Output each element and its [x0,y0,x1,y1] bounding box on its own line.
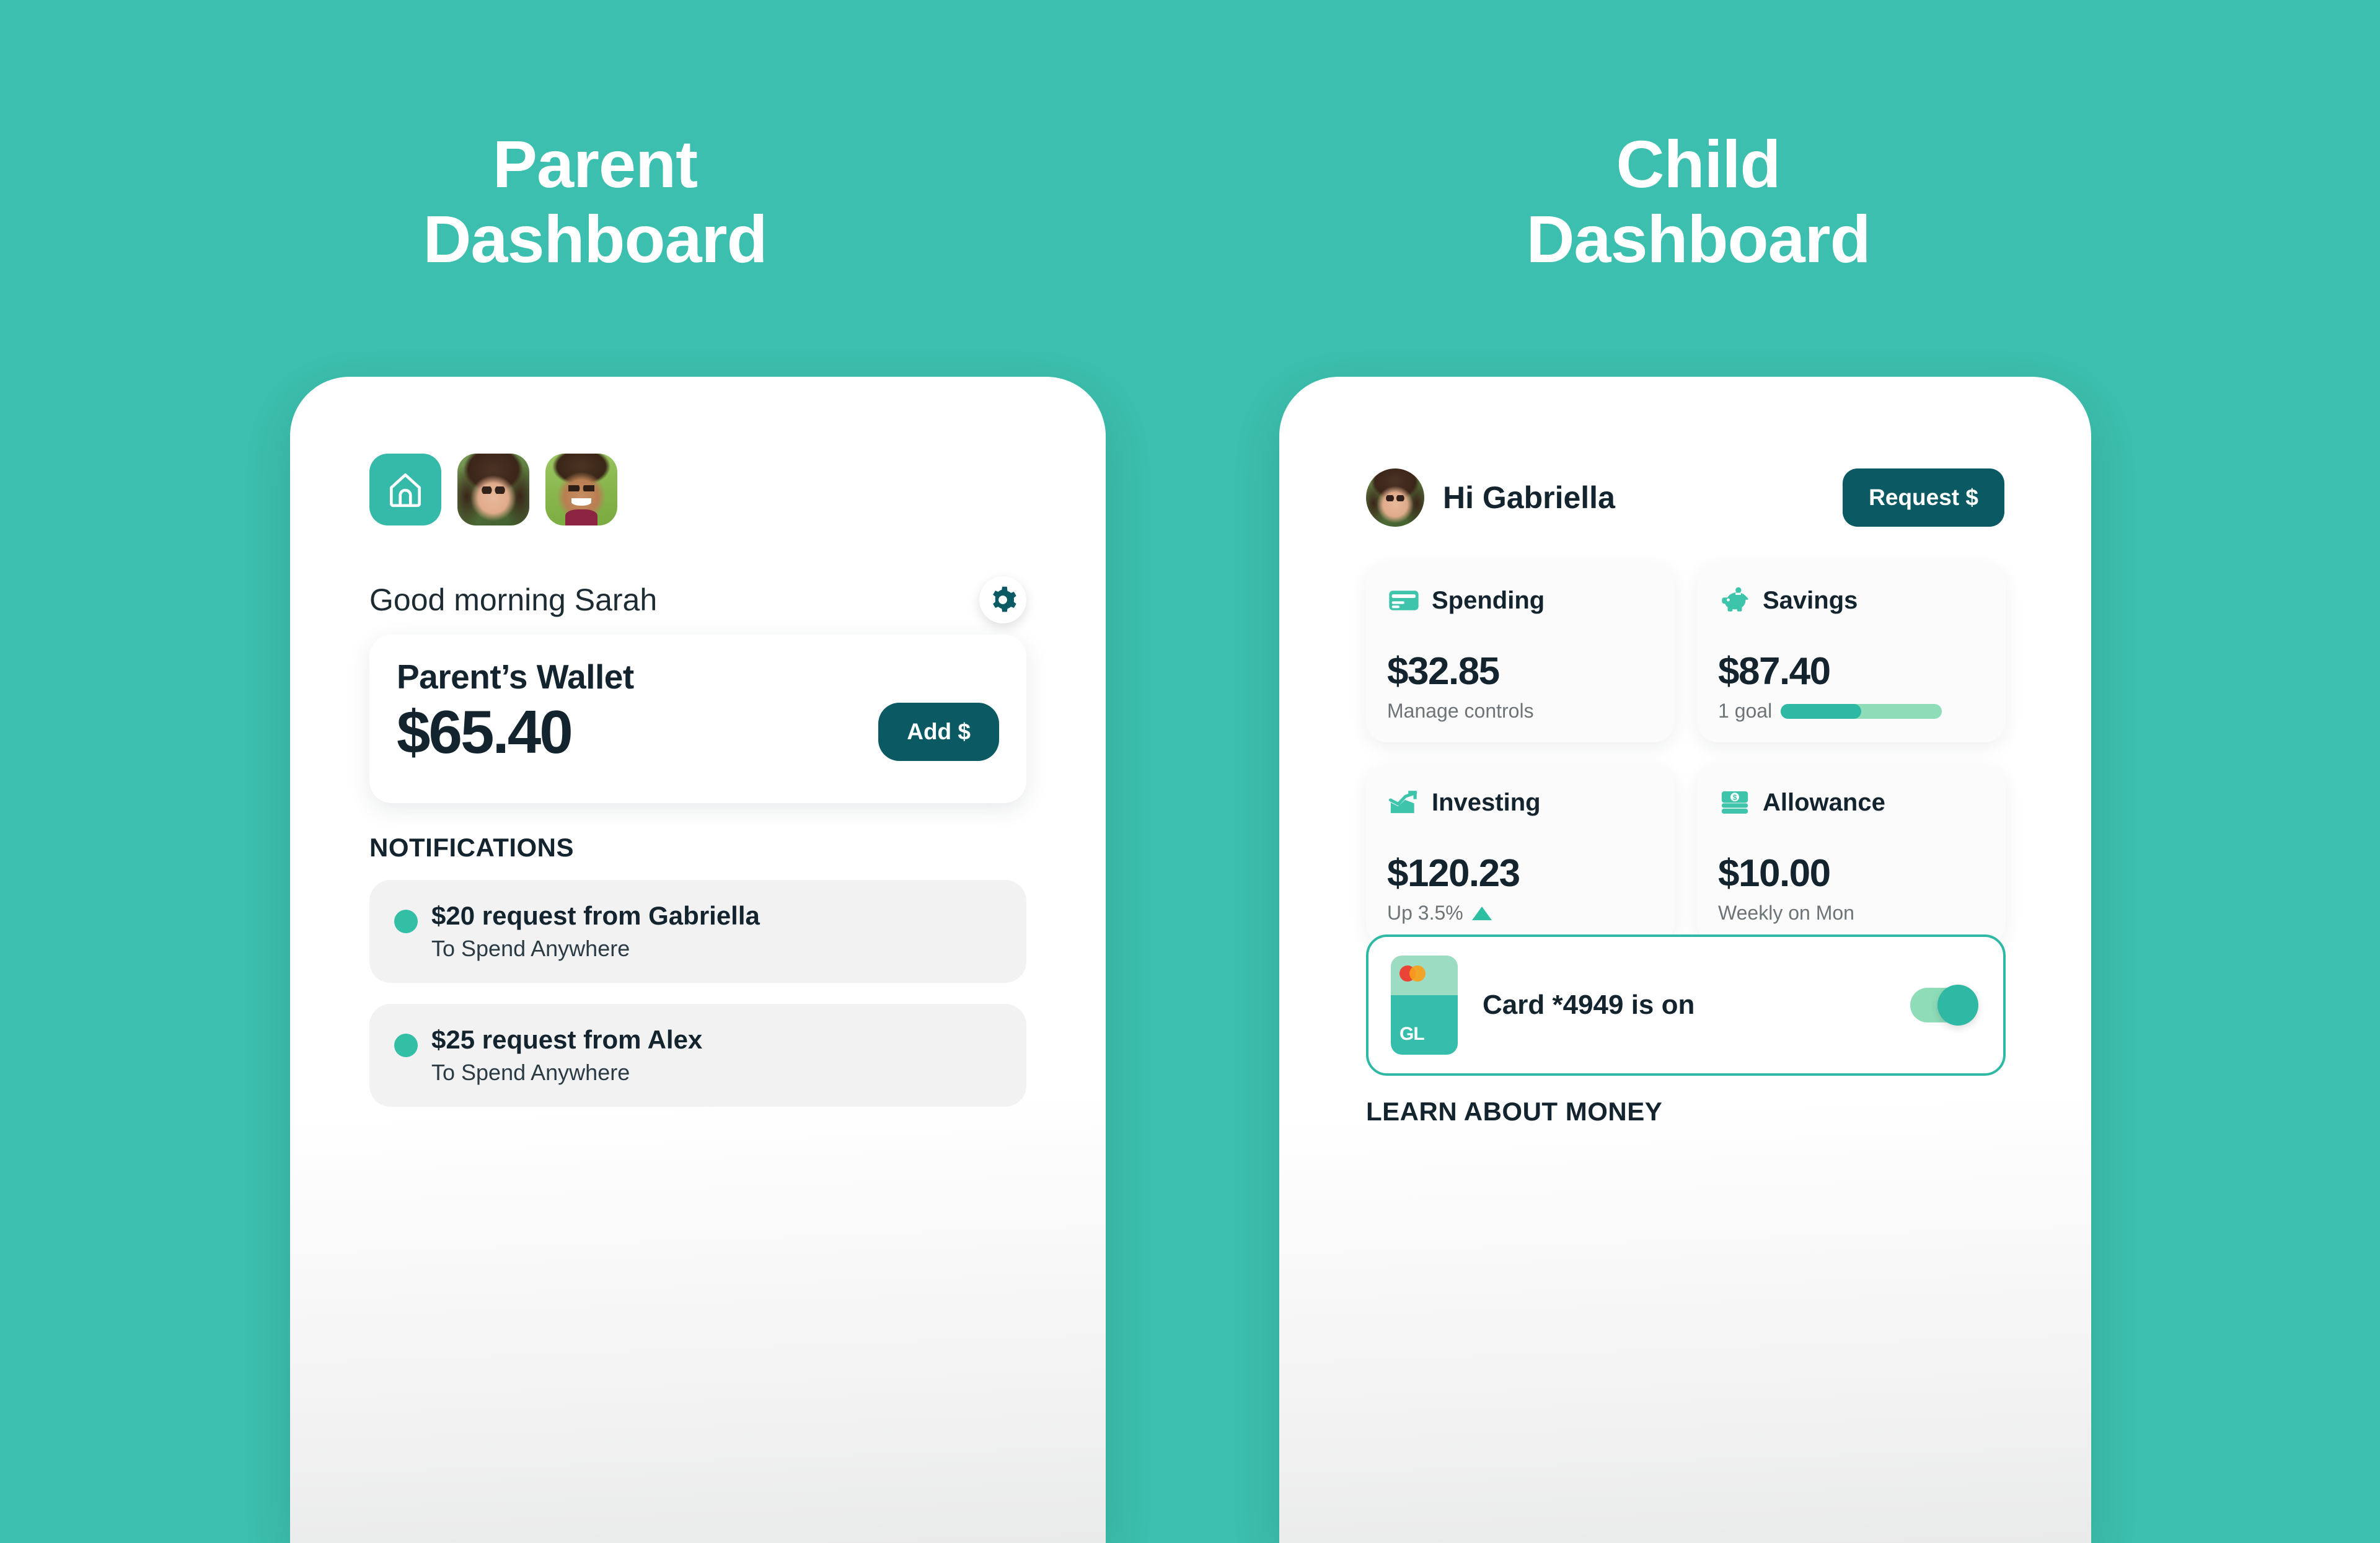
request-money-button[interactable]: Request $ [1843,468,2004,527]
parent-wallet-card[interactable]: Parent’s Wallet $65.40 Add $ [369,635,1026,803]
home-icon [389,473,421,508]
child-avatar[interactable] [1366,468,1424,527]
spending-subtext: Manage controls [1387,700,1534,722]
spending-card[interactable]: Spending $32.85 Manage controls [1366,563,1675,742]
notifications-heading: NOTIFICATIONS [369,833,575,862]
child-heading-line1: Child [1616,126,1781,201]
child-heading-line2: Dashboard [1526,201,1871,276]
gear-icon [993,586,1016,612]
parent-heading-line2: Dashboard [423,201,767,276]
poster-stage: Parent Dashboard Child Dashboard Good mo… [0,0,2380,1543]
notification-title: $25 request from Alex [431,1025,703,1054]
card-toggle-knob [1937,985,1978,1026]
wallet-title: Parent’s Wallet [397,657,634,696]
parent-heading-line1: Parent [492,126,698,201]
notification-subtitle: To Spend Anywhere [431,936,630,961]
piggy-bank-icon [1718,584,1752,617]
savings-label: Savings [1763,586,1858,614]
allowance-card[interactable]: $ Allowance $10.00 Weekly on Mon [1697,765,2006,944]
credit-card-icon [1387,584,1421,617]
add-money-button[interactable]: Add $ [878,703,999,762]
allowance-amount: $10.00 [1718,852,1831,895]
child-phone-frame: Hi Gabriella Request $ Spending $32.85 M… [1279,377,2091,1543]
card-status-text: Card *4949 is on [1483,990,1695,1020]
trend-up-triangle-icon [1471,906,1492,920]
greeting-text: Good morning Sarah [369,582,658,617]
card-initials: GL [1399,1024,1425,1044]
mastercard-logo-icon [1399,965,1427,982]
parent-dashboard-heading: Parent Dashboard [397,126,793,277]
parent-phone-frame: Good morning Sarah Parent’s Wallet $65.4… [290,377,1106,1543]
child-stat-grid: Spending $32.85 Manage controls Savings … [1366,563,2006,944]
investing-card-header: Investing [1387,786,1654,819]
mastercard-orange-circle [1409,965,1426,982]
notification-row[interactable]: $25 request from Alex To Spend Anywhere [369,1004,1026,1107]
spending-subtext-row: Manage controls [1387,700,1654,723]
investing-subtext-row: Up 3.5% [1387,902,1654,925]
savings-goal-count: 1 goal [1718,700,1773,722]
savings-card-header: Savings [1718,584,1985,617]
home-profile-tile[interactable] [369,454,441,525]
greeting-row: Good morning Sarah [369,576,1026,623]
wallet-bottom-row: $65.40 Add $ [397,700,999,764]
child-greeting: Hi Gabriella [1443,480,1615,515]
allowance-card-header: $ Allowance [1718,786,1985,819]
investing-label: Investing [1432,788,1541,816]
investing-card[interactable]: Investing $120.23 Up 3.5% [1366,765,1675,944]
debit-card-thumbnail: GL [1391,956,1458,1055]
notification-subtitle: To Spend Anywhere [431,1060,630,1085]
notification-row[interactable]: $20 request from Gabriella To Spend Anyw… [369,880,1026,983]
child-dashboard-heading: Child Dashboard [1500,126,1897,277]
allowance-subtext-row: Weekly on Mon [1718,902,1985,925]
notification-title: $20 request from Gabriella [431,901,760,930]
alex-smile [571,498,592,506]
allowance-label: Allowance [1763,788,1885,816]
trend-up-icon [1387,786,1421,819]
card-toggle-switch[interactable] [1910,985,1978,1026]
child-header-row: Hi Gabriella Request $ [1366,468,2004,527]
unread-dot-icon [394,910,418,933]
investing-amount: $120.23 [1387,852,1520,895]
savings-goal-progress-fill [1781,703,1862,719]
savings-subtext-row: 1 goal [1718,700,1985,723]
alex-eyes [568,485,594,492]
settings-button[interactable] [979,576,1026,623]
savings-goal-progress-bar [1781,703,1942,719]
spending-card-header: Spending [1387,584,1654,617]
wallet-amount: $65.40 [397,698,573,766]
investing-change-text: Up 3.5% [1387,902,1463,924]
profile-switcher [369,454,617,525]
spending-label: Spending [1432,586,1545,614]
savings-card[interactable]: Savings $87.40 1 goal [1697,563,2006,742]
unread-dot-icon [394,1034,418,1057]
notifications-list: $20 request from Gabriella To Spend Anyw… [369,880,1026,1128]
alex-profile-tile[interactable] [545,454,617,525]
allowance-schedule: Weekly on Mon [1718,902,1854,924]
learn-about-money-heading: LEARN ABOUT MONEY [1366,1097,1663,1126]
svg-text:$: $ [1733,794,1737,802]
spending-amount: $32.85 [1387,650,1500,693]
savings-amount: $87.40 [1718,650,1831,693]
gabriella-profile-tile[interactable] [457,454,529,525]
card-status-row[interactable]: GL Card *4949 is on [1366,934,2006,1076]
cash-stack-icon: $ [1718,786,1752,819]
